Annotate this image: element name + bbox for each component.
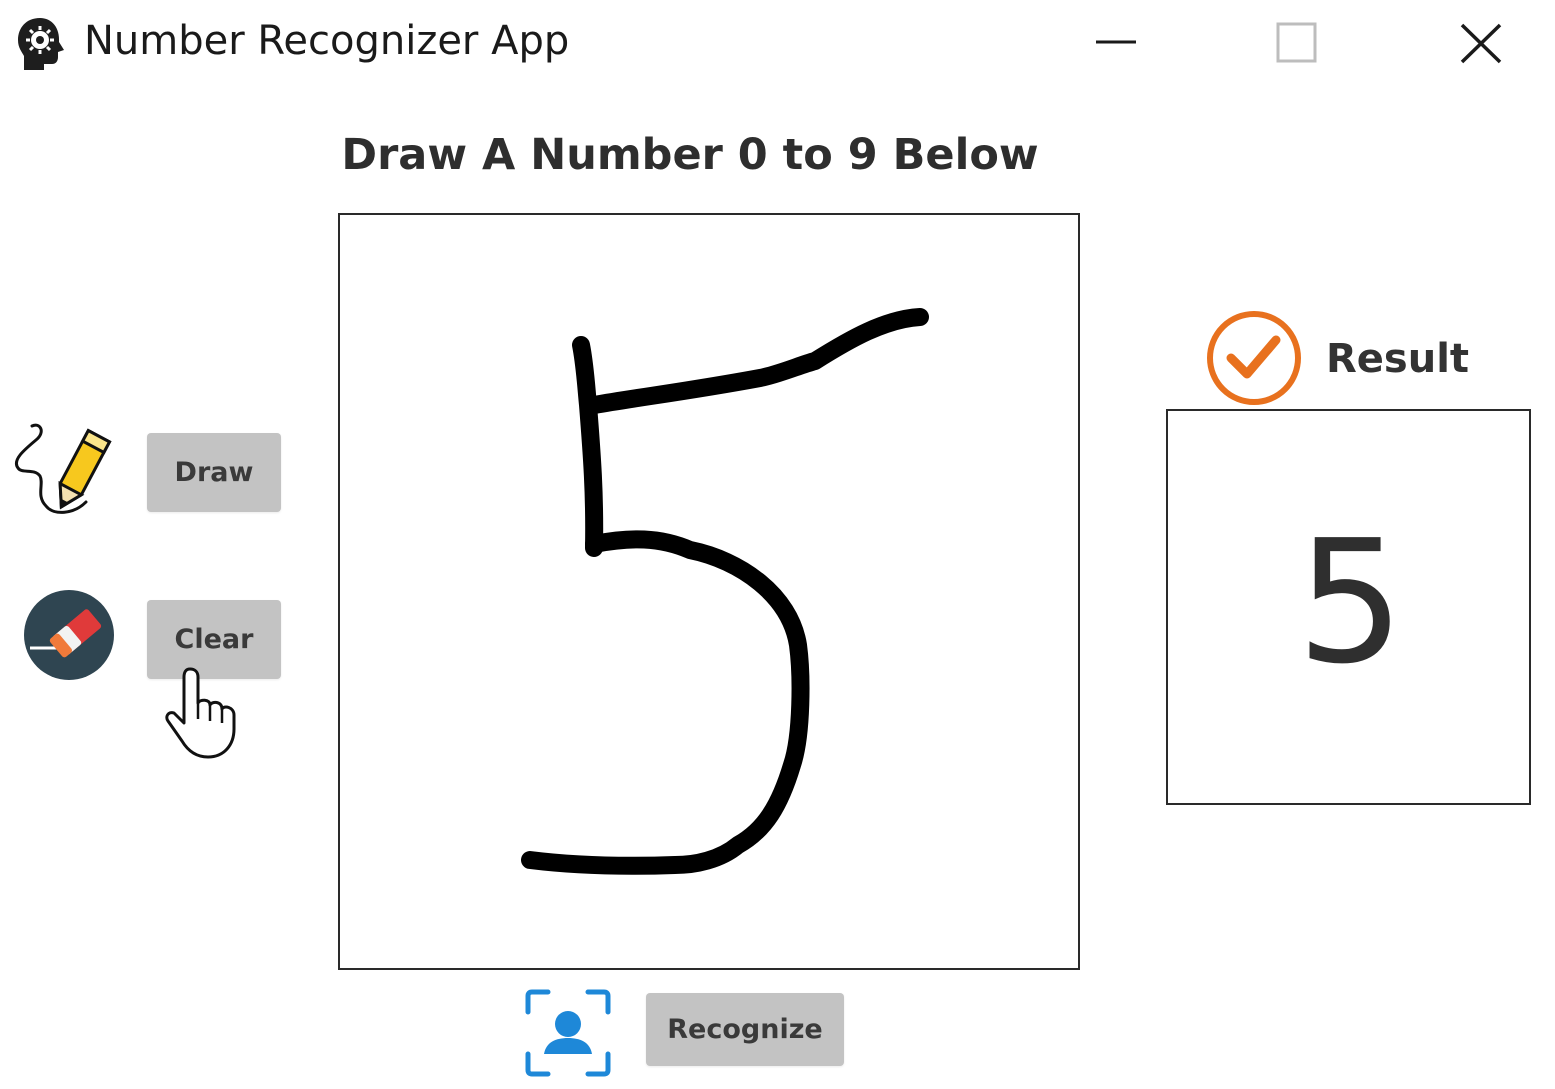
drawing-canvas[interactable] [338, 213, 1080, 970]
face-scan-icon [522, 988, 614, 1078]
eraser-icon [22, 588, 116, 682]
app-window: Number Recognizer App Draw A Number 0 to… [0, 0, 1555, 1089]
minimize-icon [1096, 40, 1136, 44]
hand-pointer-icon [162, 663, 242, 761]
minimize-button[interactable] [1066, 10, 1166, 80]
close-button[interactable] [1430, 10, 1530, 80]
maximize-icon [1276, 22, 1317, 63]
result-value: 5 [1296, 504, 1405, 702]
recognize-button[interactable]: Recognize [646, 993, 844, 1066]
result-label: Result [1326, 336, 1470, 382]
drawn-digit-stroke [521, 308, 929, 875]
window-title: Number Recognizer App [84, 18, 570, 64]
checkmark-circle-icon [1204, 308, 1304, 408]
page-title: Draw A Number 0 to 9 Below [341, 130, 1039, 180]
title-bar: Number Recognizer App [0, 0, 1555, 90]
close-icon [1460, 23, 1502, 64]
draw-button[interactable]: Draw [147, 433, 281, 512]
brain-gear-icon [12, 14, 70, 74]
maximize-button[interactable] [1246, 10, 1346, 80]
result-box: 5 [1166, 409, 1531, 805]
pencil-icon [10, 418, 114, 526]
